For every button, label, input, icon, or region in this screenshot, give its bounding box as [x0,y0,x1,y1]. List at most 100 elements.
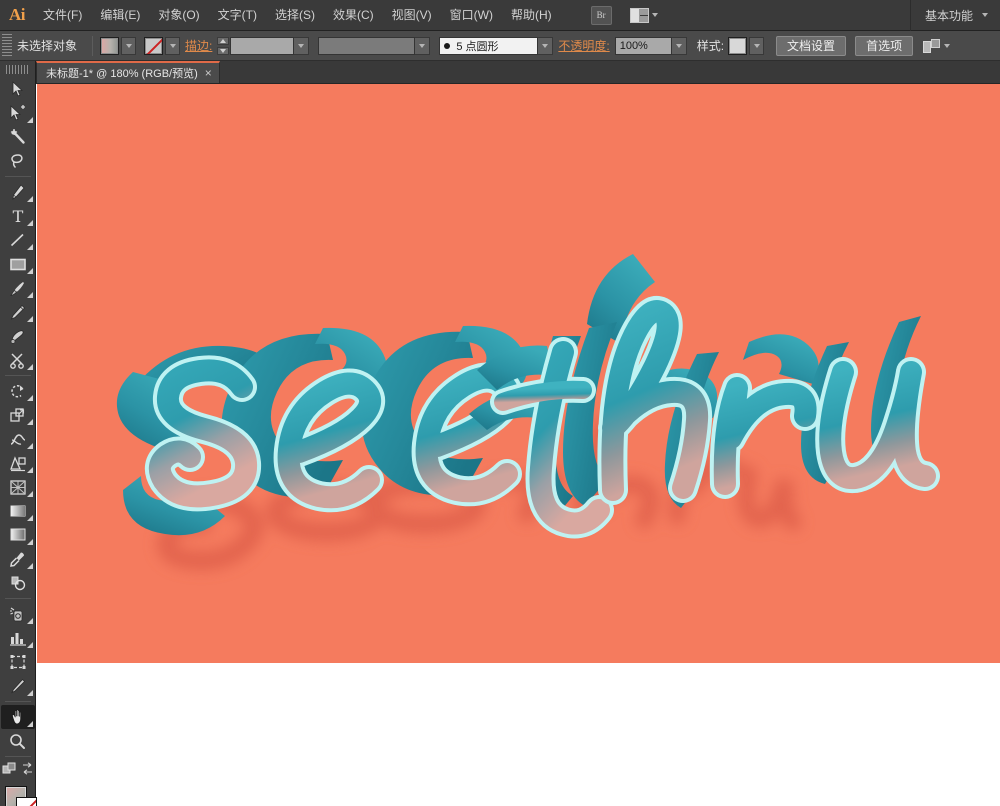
chevron-down-icon [542,43,549,48]
opacity-label[interactable]: 不透明度: [553,37,614,54]
stepper-down-icon[interactable] [217,46,230,55]
brush-definition-value[interactable]: 5 点圆形 [439,36,539,55]
perspective-grid-tool[interactable] [1,499,35,523]
tools-panel-grip[interactable] [5,65,30,74]
stroke-dropdown-button[interactable] [165,36,181,55]
stepper-up-icon[interactable] [217,36,230,45]
document-tab-title: 未标题-1* @ 180% (RGB/预览) [46,68,198,80]
brush-definition-label: 5 点圆形 [456,40,499,53]
blob-brush-tool[interactable] [1,324,35,348]
document-canvas[interactable] [37,84,1000,806]
hand-tool[interactable] [0,705,35,729]
free-transform-tool[interactable] [1,451,35,475]
menu-select[interactable]: 选择(S) [266,0,324,31]
stroke-color-control[interactable] [144,36,181,55]
graphic-style-control[interactable] [728,36,765,55]
stroke-weight-label[interactable]: 描边: [180,37,217,54]
tools-panel: T [0,61,37,806]
rotate-tool[interactable] [1,379,35,403]
menu-help[interactable]: 帮助(H) [502,0,561,31]
scale-tool[interactable] [1,403,35,427]
fill-color-control[interactable] [100,36,137,55]
direct-selection-tool[interactable] [1,101,35,125]
shape-builder-tool[interactable] [1,475,35,499]
scissors-tool[interactable] [1,348,35,372]
menu-object[interactable]: 对象(O) [149,0,208,31]
stroke-color-none-swatch[interactable] [16,797,37,806]
menu-bar: Ai 文件(F) 编辑(E) 对象(O) 文字(T) 选择(S) 效果(C) 视… [0,0,1000,31]
workspace-switcher[interactable]: 基本功能 [909,0,1000,31]
line-segment-tool[interactable] [1,228,35,252]
divider [4,176,31,177]
gradient-tool[interactable] [1,523,35,547]
blend-tool[interactable] [1,571,35,595]
fill-dropdown-button[interactable] [121,36,137,55]
color-mode-row [0,760,36,778]
chevron-down-icon[interactable] [944,43,951,48]
menu-effect[interactable]: 效果(C) [324,0,383,31]
brush-dot-icon [444,42,451,49]
eyedropper-tool[interactable] [1,547,35,571]
chevron-down-icon [169,43,176,48]
type-tool[interactable]: T [1,204,35,228]
menu-file[interactable]: 文件(F) [34,0,91,31]
illustrator-window: Ai 文件(F) 编辑(E) 对象(O) 文字(T) 选择(S) 效果(C) 视… [0,0,1000,806]
width-profile-combo[interactable] [318,36,431,55]
lasso-tool[interactable] [1,149,35,173]
artboard[interactable] [37,84,1000,663]
divider [4,598,31,599]
document-tab[interactable]: 未标题-1* @ 180% (RGB/预览) × [36,61,220,83]
selection-tool[interactable] [1,77,35,101]
menu-type[interactable]: 文字(T) [209,0,266,31]
stroke-weight-dropdown-button[interactable] [294,36,310,55]
close-icon[interactable]: × [205,67,212,79]
style-label: 样式: [696,39,725,53]
magic-wand-tool[interactable] [1,125,35,149]
width-tool[interactable] [1,427,35,451]
fill-stroke-swatches [0,782,37,806]
fill-swatch[interactable] [100,36,120,55]
arrange-documents-icon [629,7,649,23]
artboard-tool[interactable] [1,650,35,674]
divider [92,35,94,56]
paintbrush-tool[interactable] [1,276,35,300]
rectangle-tool[interactable] [1,252,35,276]
width-profile-input [318,36,416,55]
chevron-down-icon [125,43,132,48]
menu-window[interactable]: 窗口(W) [441,0,502,31]
graphic-style-dropdown-button[interactable] [749,36,765,55]
svg-text:T: T [12,208,23,225]
stroke-weight-input[interactable] [230,36,295,55]
chevron-down-icon [419,43,426,48]
divider [4,756,31,757]
divider [4,375,31,376]
menu-view[interactable]: 视图(V) [383,0,441,31]
column-graph-tool[interactable] [1,626,35,650]
divider [4,701,31,702]
opacity-dropdown-button[interactable] [671,36,687,55]
zoom-tool[interactable] [1,729,35,753]
bridge-button[interactable]: Br [590,5,612,25]
chevron-down-icon [651,13,658,17]
arrange-documents-button[interactable] [629,7,658,23]
slice-tool[interactable] [1,674,35,698]
preferences-button[interactable]: 首选项 [855,35,914,56]
workspace-label: 基本功能 [924,8,973,23]
document-setup-button[interactable]: 文档设置 [776,35,847,56]
opacity-input[interactable]: 100% [614,36,672,55]
selection-status-label: 未选择对象 [17,39,78,53]
brush-dropdown-button[interactable] [538,36,554,55]
stroke-weight-combo[interactable] [230,36,310,55]
graphic-style-swatch[interactable] [728,36,748,55]
pencil-tool[interactable] [1,300,35,324]
align-objects-icon[interactable] [923,38,941,53]
pen-tool[interactable] [1,180,35,204]
menu-edit[interactable]: 编辑(E) [91,0,149,31]
brush-definition-combo[interactable]: 5 点圆形 [439,36,554,55]
control-bar-grip[interactable] [2,33,12,58]
opacity-combo[interactable]: 100% [614,36,687,55]
symbol-sprayer-tool[interactable] [1,602,35,626]
width-profile-dropdown-button[interactable] [415,36,431,55]
stroke-weight-stepper[interactable] [217,36,230,55]
stroke-swatch-none-icon[interactable] [144,36,164,55]
